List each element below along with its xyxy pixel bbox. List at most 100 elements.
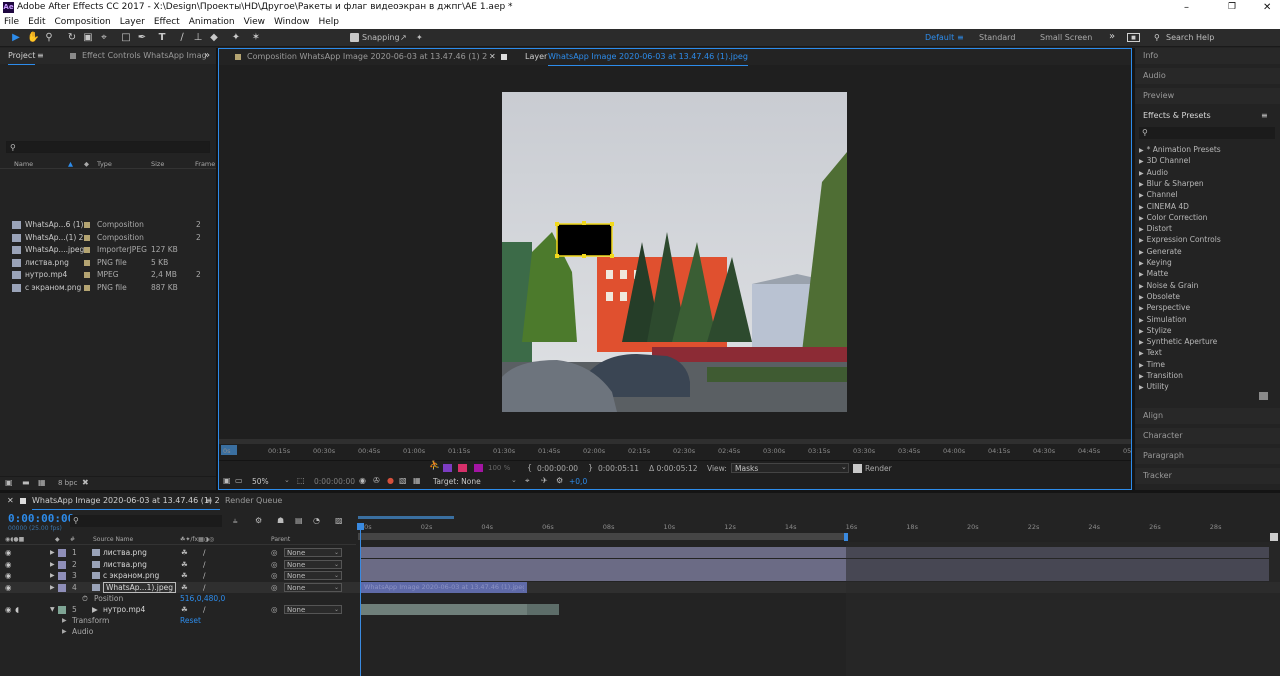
visibility-eye-icon[interactable]: ◉	[5, 604, 12, 615]
audio-panel-header[interactable]: Audio	[1135, 68, 1280, 84]
close-icon[interactable]: ✕	[1263, 0, 1271, 15]
zoom-tool-icon[interactable]: ⚲	[43, 32, 55, 44]
shy-switch-icon[interactable]: ☘	[181, 604, 188, 615]
workspace-default[interactable]: Default	[925, 32, 954, 44]
clone-stamp-tool-icon[interactable]: ⊥	[192, 32, 204, 44]
pick-whip-icon[interactable]: ◎	[271, 570, 278, 581]
expand-triangle-icon[interactable]: ▶	[1139, 317, 1144, 324]
expand-triangle-icon[interactable]: ▶	[1139, 181, 1144, 188]
label-color-swatch[interactable]	[84, 234, 90, 241]
close-tab-icon[interactable]: ✕	[7, 493, 14, 509]
tab-project[interactable]: Project	[8, 48, 36, 65]
menu-effect[interactable]: Effect	[154, 17, 180, 27]
collapse-triangle-icon[interactable]: ▼	[50, 604, 55, 615]
expand-triangle-icon[interactable]: ▶	[1139, 362, 1144, 369]
fx-category[interactable]: ▶ Generate	[1139, 246, 1182, 257]
layer-source-name[interactable]: листва.png	[103, 547, 147, 558]
panel-menu-icon[interactable]: ≡	[37, 48, 44, 64]
fx-category[interactable]: ▶ Matte	[1139, 268, 1168, 279]
sync-settings-icon[interactable]: ■	[1127, 33, 1140, 42]
label-color-swatch[interactable]	[84, 222, 90, 228]
col-source-name[interactable]: Source Name	[93, 535, 133, 545]
fx-category[interactable]: ▶ Distort	[1139, 223, 1172, 234]
expand-triangle-icon[interactable]: ▶	[1139, 158, 1144, 165]
visibility-eye-icon[interactable]: ◉	[5, 570, 12, 581]
expand-triangle-icon[interactable]: ▶	[1139, 170, 1144, 177]
viewer-current-time[interactable]: 0:00:00:00	[314, 477, 355, 486]
search-icon[interactable]: ⚲	[1154, 32, 1160, 44]
layer-label-color[interactable]	[58, 549, 66, 557]
expand-triangle-icon[interactable]: ▶	[1139, 249, 1144, 256]
new-folder-icon[interactable]: ▬	[22, 478, 30, 487]
snap-options-icon[interactable]: ↗	[400, 32, 407, 44]
interpret-footage-icon[interactable]: ▣	[5, 478, 13, 487]
fast-preview-icon[interactable]: ✈	[541, 476, 548, 485]
bit-depth-label[interactable]: 8 bpc	[58, 479, 77, 487]
fx-category[interactable]: ▶ Blur & Sharpen	[1139, 178, 1204, 189]
info-panel-header[interactable]: Info	[1135, 48, 1280, 64]
quality-switch-icon[interactable]: ∕	[203, 582, 206, 593]
layer-image[interactable]	[502, 92, 847, 412]
comp-mini-flowchart-icon[interactable]: ⫨	[233, 516, 238, 526]
visibility-eye-icon[interactable]: ◉	[5, 559, 12, 570]
audio-speaker-icon[interactable]: ◖	[15, 604, 19, 615]
expand-triangle-icon[interactable]: ▶	[1139, 147, 1144, 154]
playhead-head[interactable]	[357, 523, 364, 530]
menu-animation[interactable]: Animation	[189, 17, 235, 27]
layer-label-color[interactable]	[58, 583, 66, 592]
layer-source-name[interactable]: листва.png	[103, 559, 147, 570]
expand-triangle-icon[interactable]: ▶	[50, 559, 55, 570]
layer-source-name[interactable]: WhatsAp...1).jpeg	[103, 581, 176, 593]
timeline-ruler[interactable]: 00s 02s 04s 06s 08s 10s 12s 14s 16s 18s 20s 22s 24s 2…	[358, 523, 1280, 533]
fx-category[interactable]: ▶ Obsolete	[1139, 291, 1180, 302]
layer-label-color[interactable]	[58, 560, 66, 569]
stopwatch-icon[interactable]: ⏱	[82, 593, 88, 604]
shy-switch-icon[interactable]: ☘	[181, 582, 188, 593]
visibility-eye-icon[interactable]: ◉	[5, 582, 12, 593]
expand-triangle-icon[interactable]: ▶	[50, 547, 55, 558]
fx-category[interactable]: ▶ Color Correction	[1139, 212, 1207, 223]
search-help-input[interactable]: Search Help	[1166, 32, 1214, 44]
project-search-input[interactable]: ⚲	[6, 141, 210, 153]
quality-switch-icon[interactable]: ∕	[203, 559, 206, 570]
layer-time-navigator[interactable]	[219, 439, 1131, 444]
graph-editor-icon[interactable]: ▨	[335, 516, 343, 525]
fx-category[interactable]: ▶ Noise & Grain	[1139, 280, 1198, 291]
exposure-icon[interactable]: ⚙	[556, 476, 563, 485]
reset-exposure-icon[interactable]: ⌖	[525, 476, 530, 486]
rectangle-tool-icon[interactable]: □	[120, 32, 132, 44]
layer-label-color[interactable]	[58, 572, 66, 580]
fx-category[interactable]: ▶ Transition	[1139, 370, 1183, 381]
project-item[interactable]: WhatsAp...6 (1) Composition 2	[0, 219, 216, 231]
puppet-icon[interactable]: ⛹	[429, 461, 440, 471]
pick-whip-icon[interactable]: ◎	[271, 547, 278, 558]
menu-help[interactable]: Help	[318, 17, 339, 27]
transform-reset-link[interactable]: Reset	[180, 615, 201, 626]
menu-file[interactable]: File	[4, 17, 19, 27]
shy-switch-icon[interactable]: ☘	[181, 559, 188, 570]
tab-layer[interactable]: WhatsApp Image 2020-06-03 at 13.47.46 (1…	[548, 49, 748, 66]
restore-icon[interactable]: ❐	[1228, 0, 1236, 15]
project-item[interactable]: WhatsAp....jpeg ImporterJPEG 127 KB	[0, 244, 216, 256]
fx-category[interactable]: ▶ * Animation Presets	[1139, 144, 1221, 155]
camera-tool-icon[interactable]: ▣	[82, 32, 94, 44]
expand-triangle-icon[interactable]: ▶	[1139, 192, 1144, 199]
mask-color-a[interactable]	[443, 464, 452, 472]
render-checkbox[interactable]	[853, 464, 862, 473]
set-out-point-icon[interactable]: }	[588, 463, 593, 472]
menu-edit[interactable]: Edit	[28, 17, 45, 27]
expand-triangle-icon[interactable]: ▶	[1139, 339, 1144, 346]
fx-category[interactable]: ▶ Text	[1139, 347, 1162, 358]
panel-menu-icon[interactable]: ≡	[205, 493, 212, 509]
paragraph-panel-header[interactable]: Paragraph	[1135, 448, 1280, 464]
quality-switch-icon[interactable]: ∕	[203, 547, 206, 558]
fx-category[interactable]: ▶ Simulation	[1139, 314, 1187, 325]
fx-category[interactable]: ▶ Keying	[1139, 257, 1172, 268]
work-area-bar[interactable]	[358, 516, 454, 519]
minimize-icon[interactable]: –	[1184, 0, 1189, 15]
col-size[interactable]: Size	[151, 160, 164, 169]
expand-triangle-icon[interactable]: ▶	[1139, 328, 1144, 335]
video-layer-bar-active[interactable]	[361, 604, 527, 615]
snapping-checkbox[interactable]	[350, 33, 359, 42]
expand-triangle-icon[interactable]: ▶	[1139, 271, 1144, 278]
